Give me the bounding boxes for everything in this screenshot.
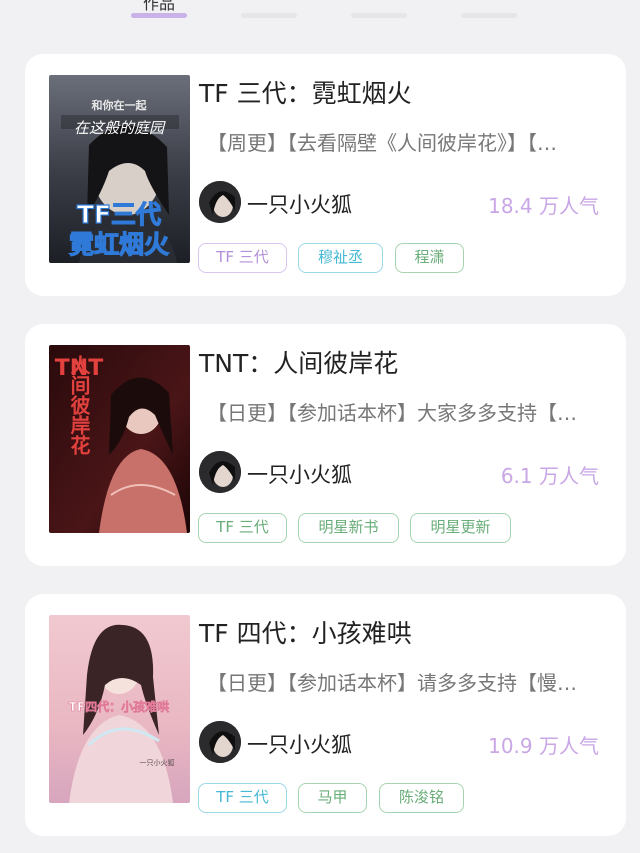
- book-cover[interactable]: 和你在一起 在这般的庭园 TF三代 霓虹烟火: [49, 75, 190, 263]
- cover-title-line: TF三代: [77, 200, 161, 229]
- book-description: 【日更】【参加话本杯】请多多支持【慢…: [207, 671, 577, 695]
- tab-label: 作品: [142, 0, 175, 13]
- author-avatar[interactable]: [199, 181, 241, 223]
- tag-chip[interactable]: 明星新书: [298, 513, 399, 543]
- book-card[interactable]: 和你在一起 在这般的庭园 TF三代 霓虹烟火 TF 三代：霓虹烟火 【周更】【去…: [25, 54, 626, 296]
- book-cover[interactable]: TNT 人间彼岸花: [49, 345, 190, 533]
- cover-title-line: 人间彼岸花: [67, 355, 91, 456]
- book-card[interactable]: TNT 人间彼岸花 TNT：人间彼岸花 【日更】【参加话本杯】大家多多支持【… …: [25, 324, 626, 566]
- tab-2[interactable]: [229, 0, 309, 30]
- cover-subtitle-text: 在这般的庭园: [74, 119, 166, 137]
- tab-indicator: [241, 13, 297, 18]
- tab-indicator: [461, 13, 517, 18]
- cover-author-text: 一只小火狐: [140, 758, 175, 767]
- tab-3[interactable]: [339, 0, 419, 30]
- author-avatar[interactable]: [199, 451, 241, 493]
- tag-chip[interactable]: TF 三代: [198, 243, 287, 273]
- book-description: 【周更】【去看隔壁《人间彼岸花》】【…: [207, 131, 557, 155]
- popularity-count: 10.9 万人气: [488, 734, 599, 758]
- cover-title-line: 霓虹烟火: [69, 230, 169, 259]
- category-tabs: 作品: [0, 0, 640, 30]
- book-title[interactable]: TNT：人间彼岸花: [199, 344, 398, 380]
- tag-chip[interactable]: TF 三代: [198, 513, 287, 543]
- author-name[interactable]: 一只小火狐: [247, 729, 352, 759]
- tag-chip[interactable]: TF 三代: [198, 783, 287, 813]
- author-name[interactable]: 一只小火狐: [247, 189, 352, 219]
- tag-chip[interactable]: 陈浚铭: [379, 783, 464, 813]
- tag-chip[interactable]: 程潇: [395, 243, 464, 273]
- author-name[interactable]: 一只小火狐: [247, 459, 352, 489]
- book-title[interactable]: TF 三代：霓虹烟火: [199, 74, 412, 110]
- tab-indicator: [351, 13, 407, 18]
- cover-title-line: TF四代：小孩难哄: [69, 699, 169, 714]
- tag-chip[interactable]: 穆祉丞: [298, 243, 383, 273]
- tab-works[interactable]: 作品: [119, 0, 199, 30]
- tab-4[interactable]: [449, 0, 529, 30]
- book-description: 【日更】【参加话本杯】大家多多支持【…: [207, 401, 577, 425]
- tag-chip[interactable]: 马甲: [298, 783, 367, 813]
- popularity-count: 6.1 万人气: [500, 464, 599, 488]
- tag-chip[interactable]: 明星更新: [410, 513, 511, 543]
- book-card[interactable]: TF四代：小孩难哄 一只小火狐 TF 四代：小孩难哄 【日更】【参加话本杯】请多…: [25, 594, 626, 836]
- tab-indicator: [131, 13, 187, 18]
- book-cover[interactable]: TF四代：小孩难哄 一只小火狐: [49, 615, 190, 803]
- popularity-count: 18.4 万人气: [488, 194, 599, 218]
- book-title[interactable]: TF 四代：小孩难哄: [199, 614, 412, 650]
- cover-top-text: 和你在一起: [92, 98, 148, 112]
- author-avatar[interactable]: [199, 721, 241, 763]
